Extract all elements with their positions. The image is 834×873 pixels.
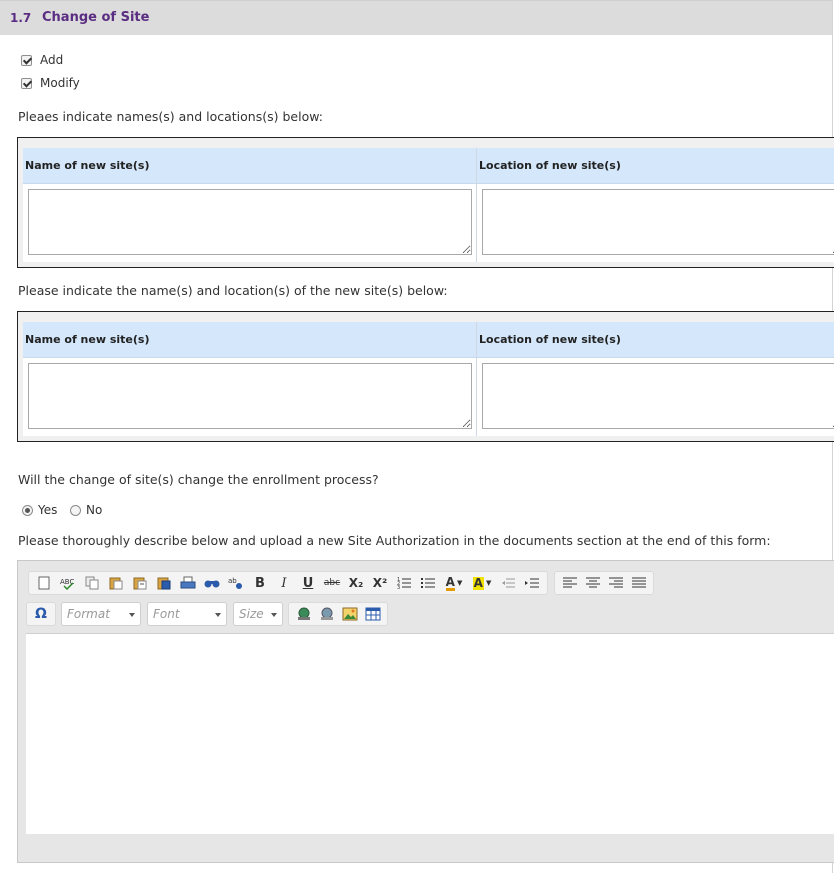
col-location-header: Location of new site(s) xyxy=(479,333,621,346)
format-dropdown-label: Format xyxy=(67,607,110,621)
new-site-location-textarea[interactable] xyxy=(482,363,834,429)
col-name-header: Name of new site(s) xyxy=(25,333,150,346)
modify-checkbox[interactable] xyxy=(21,77,32,89)
svg-text:3: 3 xyxy=(397,585,400,590)
section-header: 1.7 Change of Site xyxy=(0,0,832,35)
no-radio-label: No xyxy=(86,503,103,517)
new-site-name-textarea[interactable] xyxy=(28,363,472,429)
background-color-button[interactable]: A ▼ xyxy=(470,573,494,593)
site-table-1: Name of new site(s) Location of new site… xyxy=(17,137,834,268)
link-icon[interactable] xyxy=(294,604,313,624)
paste-text-icon[interactable] xyxy=(130,573,150,593)
format-dropdown[interactable]: Format xyxy=(61,602,141,626)
chevron-down-icon xyxy=(129,613,135,617)
underline-button[interactable]: U xyxy=(298,573,318,593)
svg-text:ABC: ABC xyxy=(60,578,74,586)
new-page-icon[interactable] xyxy=(34,573,54,593)
toolbar-main-group: ABC ab B I U abc X₂ X² 123 A ▼ A ▼ xyxy=(28,571,548,595)
align-left-icon[interactable] xyxy=(560,573,579,593)
yes-radio-label: Yes xyxy=(38,503,58,517)
numbered-list-icon[interactable]: 123 xyxy=(394,573,414,593)
section-title: Change of Site xyxy=(42,10,150,25)
site-table-2: Name of new site(s) Location of new site… xyxy=(17,311,834,442)
superscript-button[interactable]: X² xyxy=(370,573,390,593)
add-checkbox-label: Add xyxy=(40,53,64,67)
editor-content-area[interactable] xyxy=(26,633,834,834)
image-icon[interactable] xyxy=(340,604,359,624)
toolbar-insert-group xyxy=(288,602,388,626)
column-separator xyxy=(476,148,477,262)
svg-text:ab: ab xyxy=(228,577,237,585)
names-locations-prompt: Pleaes indicate names(s) and locations(s… xyxy=(18,109,323,124)
subscript-button[interactable]: X₂ xyxy=(346,573,366,593)
modify-checkbox-label: Modify xyxy=(40,76,80,90)
italic-button[interactable]: I xyxy=(274,573,294,593)
justify-icon[interactable] xyxy=(629,573,648,593)
site-table-2-body: Name of new site(s) Location of new site… xyxy=(23,322,834,436)
background-color-label: A xyxy=(472,575,484,590)
enrollment-prompt: Will the change of site(s) change the en… xyxy=(18,472,379,487)
print-icon[interactable] xyxy=(178,573,198,593)
align-right-icon[interactable] xyxy=(606,573,625,593)
site-location-textarea[interactable] xyxy=(482,189,834,255)
bold-button[interactable]: B xyxy=(250,573,270,593)
font-dropdown-label: Font xyxy=(153,607,180,621)
new-sites-prompt: Please indicate the name(s) and location… xyxy=(18,283,448,298)
spellcheck-icon[interactable]: ABC xyxy=(58,573,78,593)
col-name-header: Name of new site(s) xyxy=(25,159,150,172)
add-checkbox[interactable] xyxy=(21,54,32,66)
replace-icon[interactable]: ab xyxy=(226,573,246,593)
radio-yes-row[interactable]: Yes xyxy=(22,502,57,518)
strikethrough-button[interactable]: abc xyxy=(322,573,342,593)
size-dropdown[interactable]: Size xyxy=(233,602,283,626)
no-radio[interactable] xyxy=(70,504,81,516)
text-color-label: A xyxy=(445,574,455,591)
site-table-1-body: Name of new site(s) Location of new site… xyxy=(23,148,834,262)
yes-radio[interactable] xyxy=(22,504,33,516)
indent-icon[interactable] xyxy=(522,573,542,593)
special-char-button[interactable]: Ω xyxy=(32,604,50,624)
toolbar-align-group xyxy=(554,571,654,595)
checkbox-modify-row[interactable]: Modify xyxy=(21,76,80,90)
checkbox-add-row[interactable]: Add xyxy=(21,53,63,67)
rich-text-editor: ABC ab B I U abc X₂ X² 123 A ▼ A ▼ Ω For… xyxy=(17,560,834,863)
copy-icon[interactable] xyxy=(82,573,102,593)
unlink-icon[interactable] xyxy=(317,604,336,624)
text-color-button[interactable]: A ▼ xyxy=(442,573,466,593)
find-icon[interactable] xyxy=(202,573,222,593)
size-dropdown-label: Size xyxy=(239,607,264,621)
font-dropdown[interactable]: Font xyxy=(147,602,227,626)
radio-no-row[interactable]: No xyxy=(70,502,102,518)
table-icon[interactable] xyxy=(363,604,382,624)
outdent-icon[interactable] xyxy=(498,573,518,593)
paste-word-icon[interactable] xyxy=(154,573,174,593)
describe-prompt: Please thoroughly describe below and upl… xyxy=(18,533,771,548)
bulleted-list-icon[interactable] xyxy=(418,573,438,593)
paste-icon[interactable] xyxy=(106,573,126,593)
align-center-icon[interactable] xyxy=(583,573,602,593)
section-number: 1.7 xyxy=(10,11,32,25)
site-name-textarea[interactable] xyxy=(28,189,472,255)
chevron-down-icon xyxy=(215,613,221,617)
column-separator xyxy=(476,322,477,436)
chevron-down-icon xyxy=(271,613,277,617)
col-location-header: Location of new site(s) xyxy=(479,159,621,172)
toolbar-special-group: Ω xyxy=(26,602,56,626)
